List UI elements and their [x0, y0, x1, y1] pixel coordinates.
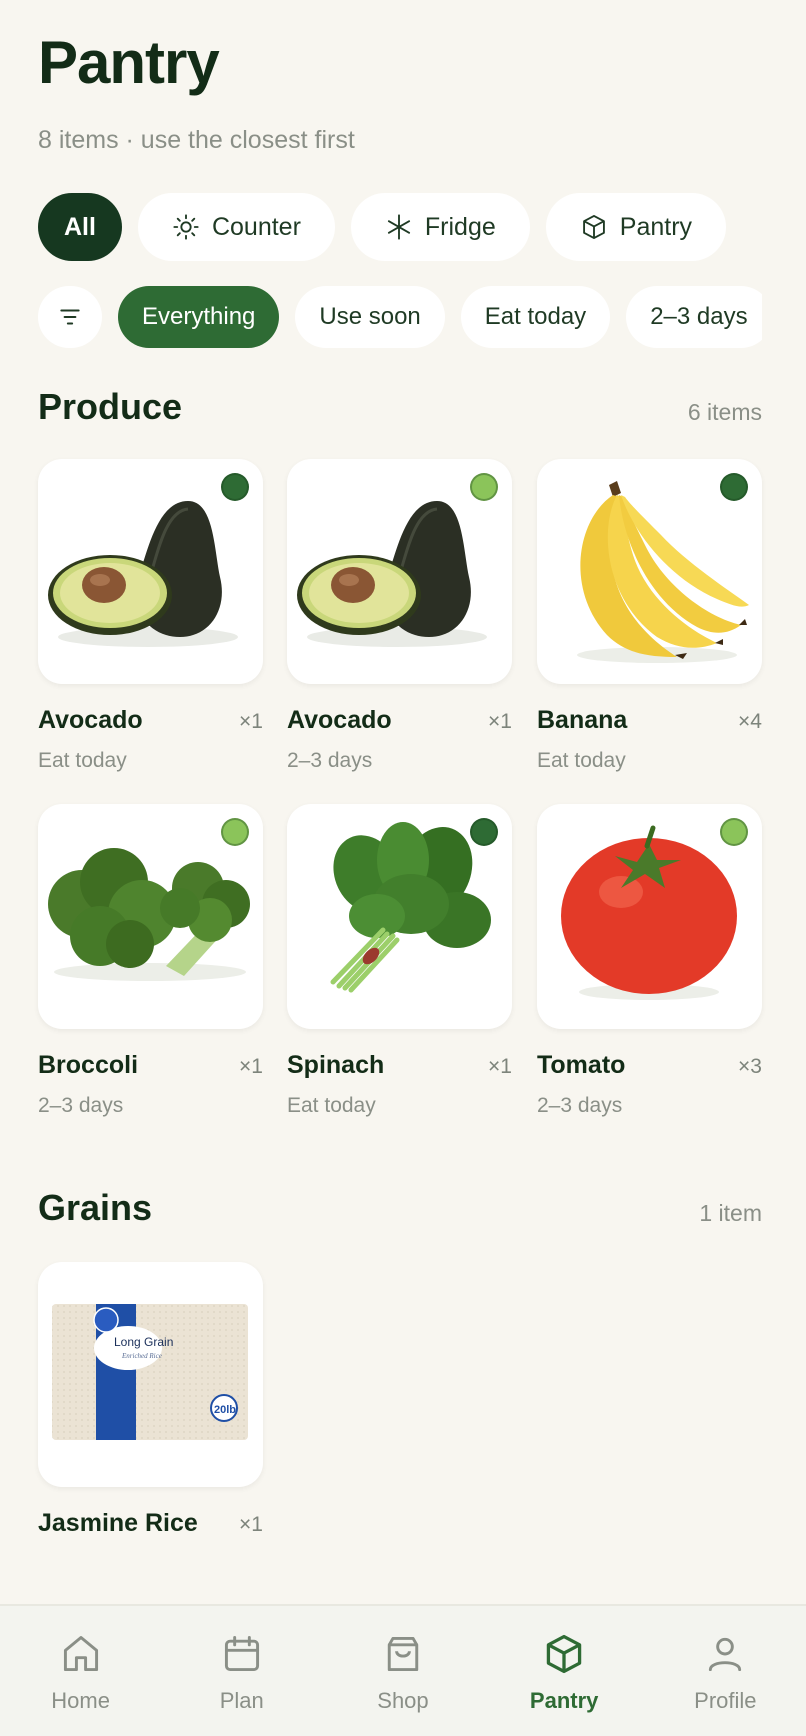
item-status: 2–3 days	[38, 1094, 124, 1117]
box-icon	[546, 1634, 582, 1674]
item-quantity: ×1	[239, 1513, 263, 1536]
freshness-dot	[470, 473, 498, 501]
nav-home[interactable]: Home	[21, 1632, 141, 1714]
sort-button[interactable]	[38, 286, 102, 348]
nav-label: Shop	[377, 1688, 429, 1713]
pantry-item-card[interactable]: Banana ×4 Eat today	[537, 459, 762, 773]
bag-subtext: Enriched Rice	[121, 1352, 162, 1360]
section-count-grains: 1 item	[699, 1200, 762, 1226]
item-image	[287, 804, 512, 1029]
page-title: Pantry	[38, 29, 220, 96]
item-name: Spinach	[287, 1051, 385, 1079]
person-icon	[709, 1637, 742, 1672]
nav-label: Home	[51, 1688, 110, 1713]
nav-label: Pantry	[529, 1688, 599, 1713]
chip-label: Fridge	[424, 212, 496, 241]
pantry-item-card[interactable]: Long Grain Enriched Rice 20lb Jasmine Ri…	[38, 1262, 263, 1538]
chip-fridge[interactable]: Fridge	[350, 193, 530, 261]
shopping-bag-icon	[387, 1636, 419, 1672]
filter-icon	[60, 309, 80, 325]
item-quantity: ×1	[488, 1055, 512, 1078]
chip-everything[interactable]: Everything	[118, 286, 280, 348]
pantry-item-card[interactable]: Tomato ×3 2–3 days	[537, 804, 762, 1118]
chip-use-soon[interactable]: Use soon	[295, 286, 445, 348]
chip-label: All	[64, 212, 96, 241]
item-quantity: ×1	[239, 1055, 263, 1078]
item-image	[537, 804, 762, 1029]
nav-pantry[interactable]: Pantry	[504, 1632, 624, 1714]
section-title-produce: Produce	[38, 386, 183, 427]
item-name: Tomato	[537, 1051, 626, 1079]
item-image	[537, 459, 762, 684]
item-image	[38, 804, 263, 1029]
nav-shop[interactable]: Shop	[343, 1632, 463, 1714]
sun-icon	[173, 214, 199, 240]
chip-all[interactable]: All	[38, 193, 122, 261]
item-name: Banana	[537, 706, 628, 734]
box-icon	[582, 214, 605, 240]
pantry-item-card[interactable]: Spinach ×1 Eat today	[287, 804, 512, 1118]
item-image	[287, 459, 512, 684]
bottom-nav: Home Plan Shop Pantry Profile	[0, 1604, 806, 1736]
freshness-dot	[720, 818, 748, 846]
home-icon	[63, 1636, 98, 1672]
nav-profile[interactable]: Profile	[665, 1632, 785, 1714]
location-filter: All Counter Fridge Pantry	[38, 193, 727, 261]
freshness-dot	[221, 818, 249, 846]
freshness-dot	[221, 473, 249, 501]
item-name: Avocado	[287, 706, 392, 734]
item-quantity: ×1	[488, 710, 512, 733]
nav-label: Plan	[219, 1688, 264, 1713]
item-status: Eat today	[537, 749, 626, 772]
chip-label: Counter	[211, 212, 301, 241]
item-image	[38, 459, 263, 684]
item-quantity: ×3	[738, 1055, 762, 1078]
pantry-item-card[interactable]: Broccoli ×1 2–3 days	[38, 804, 263, 1118]
freshness-dot	[720, 473, 748, 501]
item-quantity: ×1	[239, 710, 263, 733]
item-name: Jasmine Rice	[38, 1509, 198, 1537]
chip-label: Pantry	[619, 212, 693, 241]
pantry-screen: Pantry 8 items · use the closest first A…	[0, 0, 806, 1736]
section-count-produce: 6 items	[687, 399, 762, 425]
freshness-dot	[470, 818, 498, 846]
pantry-item-card[interactable]: Avocado ×1 2–3 days	[287, 459, 512, 773]
snowflake-icon	[387, 214, 410, 240]
chip-pantry[interactable]: Pantry	[545, 193, 727, 261]
item-status: Eat today	[38, 749, 127, 772]
chip-counter[interactable]: Counter	[137, 193, 335, 261]
rice-bag-icon: Long Grain Enriched Rice 20lb	[52, 1304, 248, 1448]
section-title-grains: Grains	[38, 1187, 153, 1228]
nav-plan[interactable]: Plan	[182, 1632, 302, 1714]
page-subtitle: 8 items · use the closest first	[38, 126, 355, 154]
pantry-item-card[interactable]: Avocado ×1 Eat today	[38, 459, 263, 773]
freshness-filter: Everything Use soon Eat today 2–3 days	[38, 286, 762, 348]
chip-2-3-days[interactable]: 2–3 days	[626, 286, 762, 348]
chip-eat-today[interactable]: Eat today	[460, 286, 611, 348]
item-name: Avocado	[38, 706, 143, 734]
item-image: Long Grain Enriched Rice 20lb	[38, 1262, 263, 1487]
nav-label: Profile	[694, 1688, 757, 1713]
bag-text: Long Grain	[114, 1335, 173, 1349]
item-status: 2–3 days	[537, 1094, 623, 1117]
item-status: Eat today	[287, 1094, 376, 1117]
bag-size: 20lb	[214, 1404, 236, 1416]
item-status: 2–3 days	[287, 749, 373, 772]
item-quantity: ×4	[738, 710, 762, 733]
item-name: Broccoli	[38, 1051, 139, 1079]
calendar-icon	[224, 1636, 259, 1672]
